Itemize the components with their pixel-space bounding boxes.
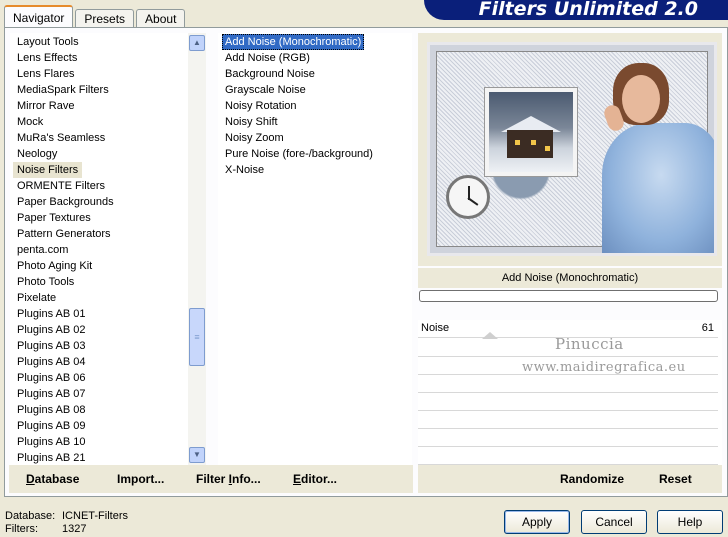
category-item[interactable]: Plugins AB 07 bbox=[13, 386, 90, 402]
category-item[interactable]: Lens Flares bbox=[13, 66, 78, 82]
category-item[interactable]: penta.com bbox=[13, 242, 72, 258]
tab-about[interactable]: About bbox=[136, 9, 186, 28]
filter-info-button[interactable]: Filter Info... bbox=[196, 472, 261, 486]
category-item[interactable]: Plugins AB 03 bbox=[13, 338, 90, 354]
category-item[interactable]: Neology bbox=[13, 146, 61, 162]
status-database-label: Database: bbox=[5, 510, 56, 522]
parameter-panel: Noise 61 Pinuccia www.maidiregrafica.eu bbox=[418, 320, 722, 466]
param-row-empty bbox=[418, 375, 718, 393]
database-toolbar: Database Import... Filter Info... Editor… bbox=[9, 465, 413, 493]
scroll-up-button[interactable]: ▲ bbox=[189, 35, 205, 51]
preview-panel bbox=[418, 33, 722, 266]
filter-item[interactable]: Noisy Zoom bbox=[222, 130, 287, 146]
database-button[interactable]: Database bbox=[26, 472, 79, 486]
category-item[interactable]: Lens Effects bbox=[13, 50, 81, 66]
scroll-thumb[interactable]: ≡ bbox=[189, 308, 205, 366]
selected-filter-name: Add Noise (Monochromatic) bbox=[418, 268, 722, 288]
reset-button[interactable]: Reset bbox=[659, 472, 692, 486]
category-item[interactable]: Photo Tools bbox=[13, 274, 78, 290]
cancel-button[interactable]: Cancel bbox=[581, 510, 647, 534]
category-item[interactable]: Mock bbox=[13, 114, 47, 130]
category-item[interactable]: Paper Textures bbox=[13, 210, 95, 226]
preview-woman bbox=[602, 123, 714, 253]
filter-item[interactable]: Noisy Shift bbox=[222, 114, 281, 130]
slider-indicator-icon[interactable] bbox=[482, 332, 498, 339]
filter-item[interactable]: Pure Noise (fore-/background) bbox=[222, 146, 376, 162]
category-item[interactable]: Plugins AB 21 bbox=[13, 450, 90, 465]
status-filters-label: Filters: bbox=[5, 523, 38, 535]
status-database-value: ICNET-Filters bbox=[62, 510, 128, 522]
category-item[interactable]: Plugins AB 08 bbox=[13, 402, 90, 418]
param-label: Noise bbox=[421, 322, 450, 334]
filter-item[interactable]: Grayscale Noise bbox=[222, 82, 309, 98]
category-item[interactable]: MuRa's Seamless bbox=[13, 130, 109, 146]
app-title-banner: Filters Unlimited 2.0 bbox=[424, 0, 728, 20]
scroll-down-button[interactable]: ▼ bbox=[189, 447, 205, 463]
apply-button[interactable]: Apply bbox=[504, 510, 570, 534]
help-button[interactable]: Help bbox=[657, 510, 723, 534]
randomize-button[interactable]: Randomize bbox=[560, 472, 624, 486]
filter-item[interactable]: Background Noise bbox=[222, 66, 318, 82]
parameter-toolbar: Randomize Reset bbox=[418, 465, 722, 493]
category-item[interactable]: Pixelate bbox=[13, 290, 60, 306]
editor-button[interactable]: Editor... bbox=[293, 472, 337, 486]
category-item[interactable]: Plugins AB 02 bbox=[13, 322, 90, 338]
tab-navigator[interactable]: Navigator bbox=[4, 5, 74, 28]
category-scrollbar[interactable]: ▲ ≡ ▼ bbox=[188, 33, 206, 465]
category-item[interactable]: Plugins AB 04 bbox=[13, 354, 90, 370]
category-item[interactable]: Noise Filters bbox=[13, 162, 83, 178]
filter-item[interactable]: Add Noise (RGB) bbox=[222, 50, 313, 66]
status-info: Database: ICNET-Filters Filters: 1327 bbox=[5, 510, 128, 536]
param-row-empty bbox=[418, 411, 718, 429]
tab-bar: Navigator Presets About bbox=[4, 4, 187, 28]
watermark-name: Pinuccia bbox=[555, 335, 624, 353]
param-value: 61 bbox=[701, 322, 714, 334]
preview-winter-scene bbox=[484, 87, 578, 177]
category-item[interactable]: Plugins AB 10 bbox=[13, 434, 90, 450]
category-item[interactable]: Plugins AB 06 bbox=[13, 370, 90, 386]
import-button[interactable]: Import... bbox=[117, 472, 164, 486]
category-item[interactable]: Photo Aging Kit bbox=[13, 258, 96, 274]
filter-item[interactable]: Noisy Rotation bbox=[222, 98, 300, 114]
category-item[interactable]: MediaSpark Filters bbox=[13, 82, 113, 98]
watermark-url: www.maidiregrafica.eu bbox=[522, 360, 686, 375]
category-list[interactable]: Layout Tools Lens Effects Lens Flares Media… bbox=[10, 33, 206, 465]
tab-presets[interactable]: Presets bbox=[75, 9, 135, 28]
param-row-empty bbox=[418, 393, 718, 411]
param-row-empty bbox=[418, 447, 718, 465]
category-item[interactable]: Plugins AB 01 bbox=[13, 306, 90, 322]
filter-item[interactable]: Add Noise (Monochromatic) bbox=[222, 34, 365, 50]
category-item[interactable]: ORMENTE Filters bbox=[13, 178, 109, 194]
category-item[interactable]: Mirror Rave bbox=[13, 98, 78, 114]
category-item[interactable]: Plugins AB 09 bbox=[13, 418, 90, 434]
category-item[interactable]: Pattern Generators bbox=[13, 226, 115, 242]
filter-list[interactable]: Add Noise (Monochromatic) Add Noise (RGB)… bbox=[218, 33, 412, 465]
category-item[interactable]: Paper Backgrounds bbox=[13, 194, 118, 210]
preview-image bbox=[427, 42, 717, 256]
preview-clock bbox=[446, 175, 490, 219]
status-filters-value: 1327 bbox=[62, 523, 87, 535]
param-row-empty bbox=[418, 429, 718, 447]
filter-item[interactable]: X-Noise bbox=[222, 162, 267, 178]
category-item[interactable]: Layout Tools bbox=[13, 34, 83, 50]
progress-bar bbox=[419, 290, 718, 302]
